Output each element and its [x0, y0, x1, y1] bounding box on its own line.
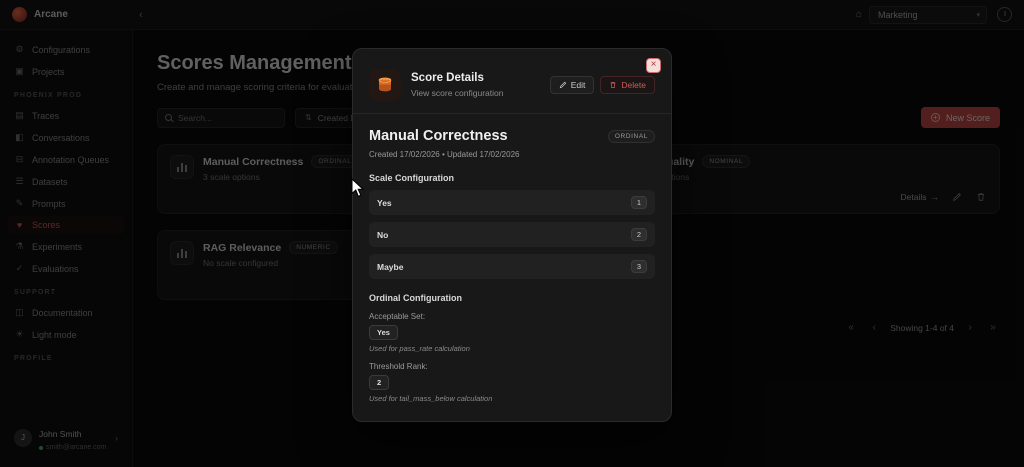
scale-rank-badge: 1	[631, 196, 647, 209]
scale-row: Yes 1	[369, 190, 655, 215]
modal-title: Score Details	[411, 72, 503, 84]
threshold-rank-chip: 2	[369, 375, 389, 390]
mouse-cursor	[350, 178, 364, 203]
scale-rank-badge: 3	[631, 260, 647, 273]
scale-option-label: No	[377, 230, 388, 240]
acceptable-set-label: Acceptable Set:	[369, 312, 655, 321]
score-name: Manual Correctness	[369, 128, 508, 144]
scale-option-label: Maybe	[377, 262, 403, 272]
score-type-badge: ORDINAL	[608, 130, 655, 143]
ordinal-configuration-label: Ordinal Configuration	[369, 293, 655, 303]
score-meta: Created 17/02/2026 • Updated 17/02/2026	[369, 150, 655, 159]
modal-header: Score Details View score configuration E…	[353, 49, 671, 113]
score-details-modal: × Score Details View score configuration…	[352, 48, 672, 422]
scale-row: No 2	[369, 222, 655, 247]
scale-rank-badge: 2	[631, 228, 647, 241]
score-database-icon	[369, 69, 401, 101]
acceptable-set-chip: Yes	[369, 325, 398, 340]
edit-button[interactable]: Edit	[550, 76, 595, 94]
modal-actions: Edit Delete	[550, 76, 655, 94]
scale-row: Maybe 3	[369, 254, 655, 279]
modal-subtitle: View score configuration	[411, 88, 503, 98]
modal-body: Manual Correctness ORDINAL Created 17/02…	[353, 114, 671, 421]
scale-configuration-label: Scale Configuration	[369, 173, 655, 183]
threshold-rank-note: Used for tail_mass_below calculation	[369, 394, 655, 403]
close-icon[interactable]: ×	[646, 58, 661, 73]
acceptable-set-note: Used for pass_rate calculation	[369, 344, 655, 353]
threshold-rank-label: Threshold Rank:	[369, 362, 655, 371]
delete-button[interactable]: Delete	[600, 76, 655, 94]
scale-option-label: Yes	[377, 198, 392, 208]
